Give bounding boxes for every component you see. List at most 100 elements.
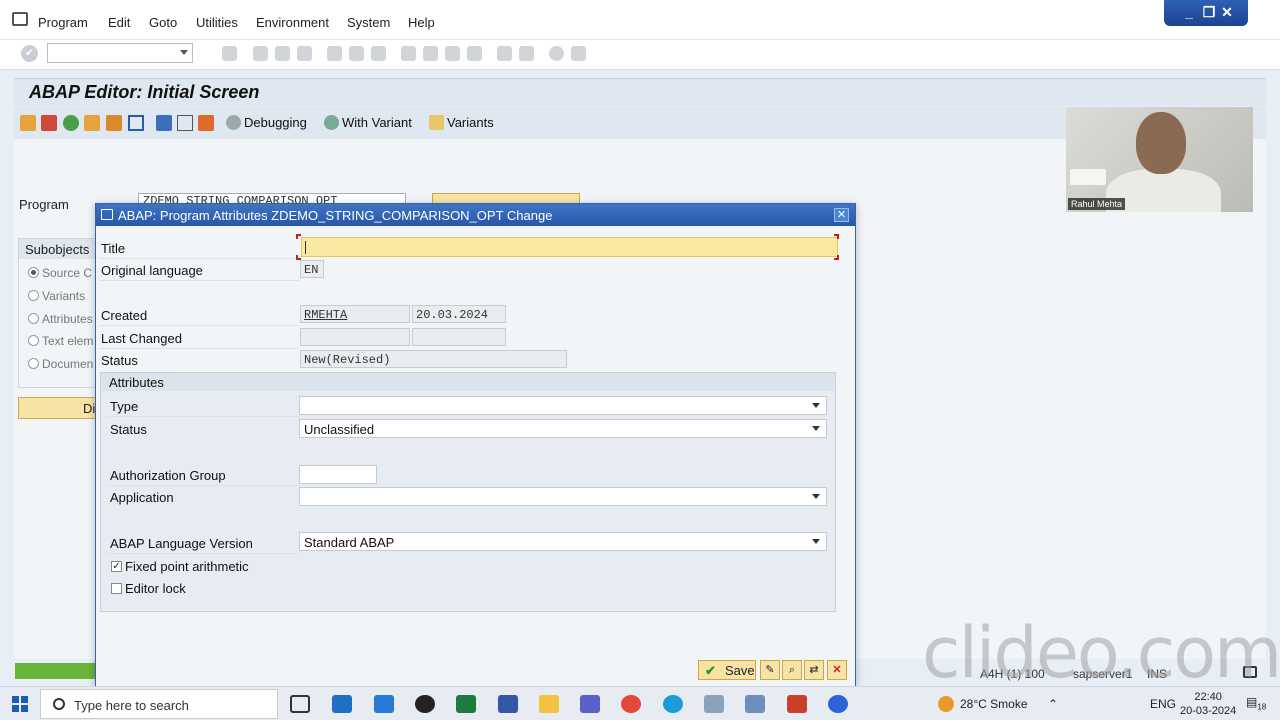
menu-environment[interactable]: Environment xyxy=(256,15,329,30)
clock[interactable]: 22:40 20-03-2024 xyxy=(1180,690,1236,718)
help-icon[interactable] xyxy=(549,46,564,61)
info-icon[interactable] xyxy=(128,115,144,131)
cancel-button[interactable]: ✕ xyxy=(827,660,847,680)
powerpoint-icon[interactable] xyxy=(787,695,807,713)
rename-icon[interactable] xyxy=(198,115,214,131)
restore-icon[interactable]: ❐ xyxy=(1200,4,1218,20)
editor-lock-checkbox[interactable] xyxy=(111,583,122,594)
layout-icon[interactable] xyxy=(571,46,586,61)
zoom-icon[interactable] xyxy=(828,695,848,713)
save-icon[interactable] xyxy=(222,46,237,61)
teams-icon[interactable] xyxy=(580,695,600,713)
radio-icon xyxy=(28,313,39,324)
print-icon[interactable] xyxy=(327,46,342,61)
where-used-icon[interactable] xyxy=(106,115,122,131)
radio-label: Variants xyxy=(42,289,86,303)
chevron-down-icon[interactable] xyxy=(812,494,820,499)
title-input[interactable] xyxy=(301,237,838,257)
dialog-close-button[interactable]: ✕ xyxy=(834,208,849,222)
app-icon[interactable] xyxy=(704,695,724,713)
radio-source-code[interactable]: Source C xyxy=(28,266,92,280)
menu-program[interactable]: Program xyxy=(38,15,88,30)
chevron-down-icon[interactable] xyxy=(180,50,188,55)
status-select[interactable]: Unclassified xyxy=(299,419,827,438)
weather-text[interactable]: 28°C Smoke xyxy=(960,697,1028,711)
minimize-icon[interactable]: _ xyxy=(1180,4,1198,20)
file-explorer-icon[interactable] xyxy=(539,695,559,713)
menu-help[interactable]: Help xyxy=(408,15,435,30)
taskbar-search[interactable]: Type here to search xyxy=(40,689,278,719)
find-next-icon[interactable] xyxy=(371,46,386,61)
edge-icon[interactable] xyxy=(663,695,683,713)
transfer-button[interactable]: ⇄ xyxy=(804,660,824,680)
prev-page-icon[interactable] xyxy=(423,46,438,61)
type-select[interactable] xyxy=(299,396,827,415)
abap-language-version-select[interactable]: Standard ABAP xyxy=(299,532,827,551)
search-button[interactable]: ⌕ xyxy=(782,660,802,680)
program-attributes-dialog: ABAP: Program Attributes ZDEMO_STRING_CO… xyxy=(95,203,856,687)
menu-edit[interactable]: Edit xyxy=(108,15,130,30)
language-indicator[interactable]: ENG xyxy=(1150,697,1176,711)
save-label: Save xyxy=(725,663,755,678)
debugging-button[interactable]: Debugging xyxy=(226,115,307,130)
find-icon[interactable] xyxy=(349,46,364,61)
shortcut-icon[interactable] xyxy=(519,46,534,61)
menu-utilities[interactable]: Utilities xyxy=(196,15,238,30)
back-icon[interactable] xyxy=(253,46,268,61)
dell-icon[interactable] xyxy=(415,695,435,713)
close-window-icon[interactable]: ✕ xyxy=(1218,4,1236,20)
display-button[interactable]: Di xyxy=(18,397,98,419)
variants-button[interactable]: Variants xyxy=(429,115,494,130)
windows-start-icon[interactable] xyxy=(12,696,28,712)
radio-icon xyxy=(28,267,39,278)
radio-text-elements[interactable]: Text elem xyxy=(28,334,93,348)
focus-corner xyxy=(296,234,301,239)
status-progress-bar xyxy=(15,663,97,679)
menu-system[interactable]: System xyxy=(347,15,390,30)
next-page-icon[interactable] xyxy=(445,46,460,61)
excel-icon[interactable] xyxy=(456,695,476,713)
mail-icon[interactable] xyxy=(374,695,394,713)
fixed-point-checkbox[interactable]: ✓ xyxy=(111,561,122,572)
abap-language-version-label: ABAP Language Version xyxy=(110,536,253,551)
radio-documentation[interactable]: Documen xyxy=(28,357,93,371)
weather-icon[interactable] xyxy=(938,696,954,712)
tray-chevron-icon[interactable]: ⌃ xyxy=(1048,697,1058,711)
menu-goto[interactable]: Goto xyxy=(149,15,177,30)
chevron-down-icon[interactable] xyxy=(812,426,820,431)
enter-icon[interactable]: ✔ xyxy=(21,45,38,62)
application-label: Application xyxy=(110,490,174,505)
focus-corner xyxy=(834,234,839,239)
authorization-group-input[interactable] xyxy=(299,465,377,484)
sap-gui-icon[interactable] xyxy=(745,695,765,713)
menu-icon[interactable] xyxy=(12,12,28,26)
check-icon: ✔ xyxy=(705,663,716,678)
activate-icon[interactable] xyxy=(63,115,79,131)
copy-icon[interactable] xyxy=(177,115,193,131)
sap-logon-icon[interactable] xyxy=(498,695,518,713)
save-button[interactable]: ✔ Save xyxy=(698,660,756,680)
exit-icon[interactable] xyxy=(275,46,290,61)
task-view-icon[interactable] xyxy=(290,695,310,713)
delete-icon[interactable] xyxy=(156,115,172,131)
chevron-down-icon[interactable] xyxy=(812,539,820,544)
chevron-down-icon[interactable] xyxy=(812,403,820,408)
dialog-title: ABAP: Program Attributes ZDEMO_STRING_CO… xyxy=(118,208,553,223)
radio-attributes[interactable]: Attributes xyxy=(28,312,93,326)
store-icon[interactable] xyxy=(332,695,352,713)
radio-variants[interactable]: Variants xyxy=(28,289,85,303)
new-session-icon[interactable] xyxy=(497,46,512,61)
test-icon[interactable] xyxy=(84,115,100,131)
application-select[interactable] xyxy=(299,487,827,506)
cancel-icon[interactable] xyxy=(297,46,312,61)
properties-button[interactable]: ✎ xyxy=(760,660,780,680)
chrome-icon[interactable] xyxy=(621,695,641,713)
notification-icon[interactable]: ▤18 xyxy=(1246,695,1266,711)
object-list-icon[interactable] xyxy=(20,115,36,131)
with-variant-button[interactable]: With Variant xyxy=(324,115,412,130)
last-page-icon[interactable] xyxy=(467,46,482,61)
pencil-icon[interactable] xyxy=(41,115,57,131)
command-field[interactable] xyxy=(47,43,193,63)
first-page-icon[interactable] xyxy=(401,46,416,61)
status-label: Status xyxy=(101,353,138,368)
